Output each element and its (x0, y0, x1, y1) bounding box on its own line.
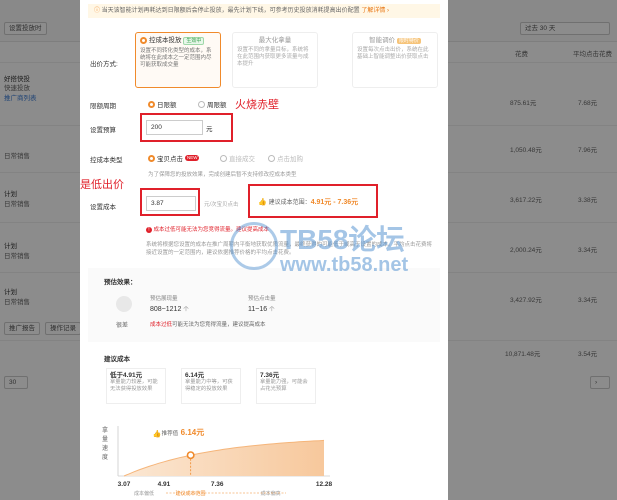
chart-x-tick: 4.91 (158, 481, 171, 488)
chart-x-tick: 12.28 (316, 481, 333, 488)
annotation-cost: 这个是低出价 (80, 179, 124, 191)
radio-weekly-limit[interactable]: 周限额 (198, 99, 227, 109)
chart-x-band-label: 成本偏高 (261, 490, 281, 497)
recommend-desc: 拿量能力较差，可能无法获得投放效果 (110, 379, 158, 392)
radio-selected-icon (148, 154, 155, 162)
chart-marker-label: 推荐值 (162, 429, 179, 437)
new-badge: NEW (184, 155, 200, 161)
budget-label: 设置预算 (90, 127, 116, 134)
recommend-desc: 拿量能力中等，可获得稳定的投放效果 (185, 379, 233, 392)
watermark-logo: TB58论坛 (280, 224, 405, 255)
forecast-warning-red: 成本过低 (150, 322, 173, 328)
card-desc: 设置不同的拿量目标，系统将在此范围内获取更多流量与成本提升 (237, 47, 309, 67)
radio-disabled-icon (220, 154, 227, 162)
annotation-budget: 火烧赤壁 (235, 99, 279, 111)
info-icon: ⓘ (94, 8, 102, 14)
radio-selected-icon (148, 100, 155, 108)
forecast-click: 11~16 个 (248, 305, 275, 313)
card-desc: 设置每次点击出价，系统在此基础上智能调整出价获取点击 (357, 47, 429, 60)
suggested-range: 👍 建议成本范围：4.91元 - 7.36元 (258, 197, 358, 207)
chart-ylabel: 拿量速度 (102, 426, 108, 461)
radio-selected-icon (140, 37, 147, 44)
status-badge: 生效中 (183, 37, 205, 46)
suggest-label: 建议成本范围： (268, 200, 311, 206)
forecast-click-value: 11~16 (248, 306, 268, 313)
budget-input[interactable]: 200 (146, 120, 203, 135)
radio-label: 周限额 (207, 102, 227, 109)
suggest-value: 4.91元 - 7.36元 (310, 199, 359, 206)
forecast-impression-label: 预估展现量 (150, 296, 178, 302)
forecast-impression: 808~1212 个 (150, 305, 189, 313)
recommend-value: 7.36元 (260, 372, 280, 379)
budget-unit: 元 (206, 126, 213, 133)
radio-daily-limit[interactable]: 日限额 (148, 99, 177, 109)
bid-card-max-volume[interactable]: 最大化拿量 设置不同的拿量目标，系统将在此范围内获取更多流量与成本提升 (232, 32, 318, 88)
forecast-level: 很差 (116, 323, 129, 329)
chart-x-tick: 7.36 (211, 481, 224, 488)
forecast-warning: 成本过低可能无法为您竞得流量，建议提高成本 (150, 320, 266, 328)
bid-settings-dialog: ⓘ 当天该智能计划再耗达到日限额后会停止投放，最先计划下线，可参考历史投放消耗提… (80, 0, 448, 500)
radio-label: 日限额 (157, 102, 177, 109)
chart-x-band-label: 建议成本范围 (176, 490, 206, 497)
chart-area (124, 440, 324, 476)
chart-ylabel-char: 度 (102, 453, 108, 461)
recommend-card-mid[interactable]: 6.14元 拿量能力中等，可获得稳定的投放效果 (181, 368, 241, 404)
card-title: 控成本投放 (149, 37, 182, 45)
forecast-warning-rest: 可能无法为您竞得流量，建议提高成本 (172, 322, 266, 328)
card-title: 最大化拿量 (258, 37, 292, 44)
face-sad-icon (116, 296, 132, 312)
radio-label: 点击加购 (277, 156, 303, 163)
cost-type-label: 控成本类型 (90, 157, 123, 164)
radio-label: 宝贝点击 (157, 156, 183, 163)
chart-x-tick: 3.07 (118, 481, 131, 488)
cost-input[interactable]: 3.87 (146, 196, 196, 211)
watermark-logo (230, 222, 278, 270)
forecast-section: 预估效果： 很差 预估展现量 808~1212 个 预估点击量 11~16 个 … (88, 268, 440, 342)
card-desc: 设置不同转化类型的成本，系统将在此成本之一定范围内尽可能获取成交量 (140, 48, 212, 69)
radio-label: 直接成交 (229, 156, 255, 163)
notice-text: 当天该智能计划再耗达到日限额后会停止投放，最先计划下线，可参考历史投放消耗提高出… (101, 8, 360, 14)
forecast-title: 预估效果： (104, 279, 137, 286)
recommend-desc: 拿量能力强，可能会占花光预算 (260, 379, 308, 392)
radio-item-click[interactable]: 宝贝点击 NEW (148, 153, 200, 163)
budget-period-label: 限额周期 (90, 103, 116, 110)
radio-direct-deal[interactable]: 直接成交 (220, 153, 255, 163)
cost-label: 设置成本 (90, 204, 116, 211)
radio-click-cart[interactable]: 点击加购 (268, 153, 303, 163)
recommend-card-low[interactable]: 低于4.91元 拿量能力较差，可能无法获得投放效果 (106, 368, 166, 404)
bid-method-label: 出价方式: (90, 61, 118, 68)
promo-badge: 限时特价 (396, 38, 421, 44)
radio-disabled-icon (268, 154, 275, 162)
thumbs-up-icon: 👍 (153, 429, 162, 438)
notice-link[interactable]: 了解详情 › (361, 8, 389, 14)
bid-card-cost-control[interactable]: 控成本投放 生效中 设置不同转化类型的成本，系统将在此成本之一定范围内尽可能获取… (135, 32, 221, 88)
recommend-title: 建议成本 (104, 356, 130, 363)
chart-marker-dot (186, 451, 195, 460)
forecast-click-label: 预估点击量 (248, 296, 276, 302)
bid-card-smart-adjust[interactable]: 智能调价 限时特价 设置每次点击出价，系统在此基础上智能调整出价获取点击 (352, 32, 438, 88)
thumbs-up-icon: 👍 (258, 199, 267, 206)
forecast-impression-unit: 个 (183, 307, 189, 313)
forecast-impression-value: 808~1212 (150, 306, 182, 313)
recommend-value: 6.14元 (185, 372, 205, 379)
cost-curve-chart: 拿量速度 👍 推荐值 6.14元 3.07 4.91 7.36 12.28 成本偏低 建议… (102, 426, 333, 497)
chart-marker-value: 6.14元 (181, 428, 205, 437)
notice-bar: ⓘ 当天该智能计划再耗达到日限额后会停止投放，最先计划下线，可参考历史投放消耗提… (88, 4, 440, 18)
card-title: 智能调价 (369, 37, 396, 44)
radio-unselected-icon (198, 100, 205, 108)
error-icon: ! (146, 227, 152, 233)
recommend-card-high[interactable]: 7.36元 拿量能力强，可能会占花光预算 (256, 368, 316, 404)
cost-type-hint: 为了保障您的投放效果，完成创建后暂不支持修改控成本类型 (148, 172, 297, 178)
chart-ylabel-char: 速 (102, 445, 108, 452)
chart-ylabel-char: 量 (102, 436, 108, 443)
recommend-value: 低于4.91元 (110, 372, 143, 379)
cost-unit: 元/次宝贝点击 (204, 202, 239, 208)
forecast-click-unit: 个 (269, 307, 275, 313)
watermark-logo: www.tb58.net (280, 254, 409, 276)
chart-ylabel-char: 拿 (102, 426, 108, 434)
chart-x-band-label: 成本偏低 (134, 490, 154, 497)
